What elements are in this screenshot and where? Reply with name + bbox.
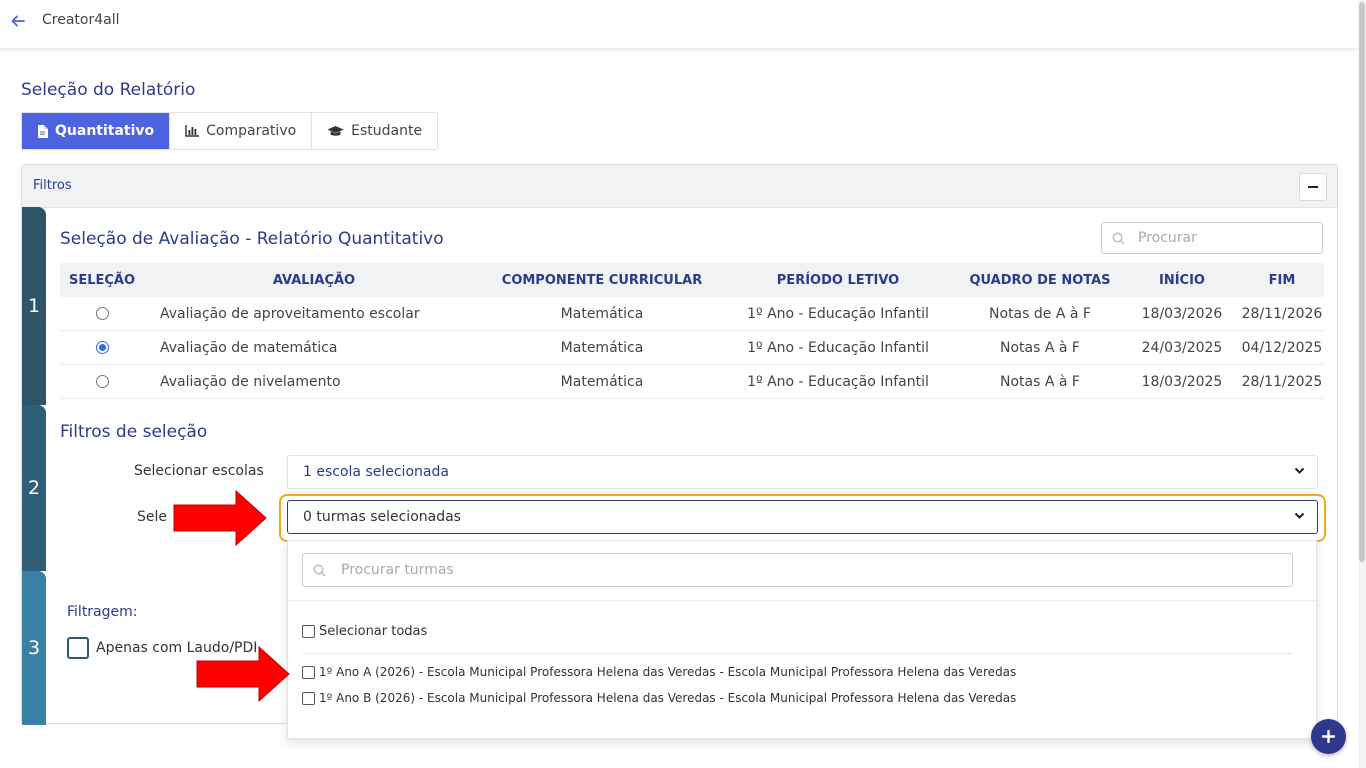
start-date: 18/03/2025 (1124, 364, 1240, 399)
scrollbar-thumb[interactable] (1359, 2, 1365, 562)
table-row[interactable]: Avaliação de nivelamento Matemática 1º A… (60, 364, 1324, 399)
column-header: FIM (1240, 263, 1324, 297)
page-scrollbar[interactable] (1358, 0, 1366, 768)
add-fab-button[interactable] (1311, 719, 1346, 754)
school-period: 1º Ano - Educação Infantil (720, 330, 956, 365)
selection-radio[interactable] (95, 375, 109, 388)
report-type-tabs: Quantitativo Comparativo Estudante (21, 112, 439, 150)
column-header: AVALIAÇÃO (144, 263, 484, 297)
plus-icon (1322, 730, 1335, 743)
chevron-down-icon (1294, 467, 1305, 474)
class-option-label: 1º Ano B (2026) - Escola Municipal Profe… (319, 691, 1017, 705)
graduation-cap-icon (327, 126, 344, 136)
evaluation-name: Avaliação de aproveitamento escolar (144, 297, 484, 331)
evaluation-name: Avaliação de nivelamento (144, 364, 484, 399)
curricular-component: Matemática (484, 297, 720, 331)
document-icon (38, 124, 48, 138)
classes-select[interactable]: 0 turmas selecionadas (287, 500, 1318, 534)
curricular-component: Matemática (484, 364, 720, 399)
tab-label: Quantitativo (55, 123, 155, 139)
panel-title: Filtros (33, 178, 72, 193)
tab-comparativo[interactable]: Comparativo (170, 113, 313, 149)
filtering-title: Filtragem: (67, 604, 138, 620)
select-all-label: Selecionar todas (319, 624, 428, 639)
red-arrow-annotation (196, 645, 290, 703)
evaluation-search-input[interactable] (1136, 229, 1320, 247)
app-title: Creator4all (42, 12, 120, 28)
table-header-row: SELEÇÃO AVALIAÇÃO COMPONENTE CURRICULAR … (60, 263, 1324, 297)
table-row[interactable]: Avaliação de aproveitamento escolar Mate… (60, 297, 1324, 331)
column-header: QUADRO DE NOTAS (956, 263, 1124, 297)
tab-estudante[interactable]: Estudante (312, 113, 437, 149)
column-header: SELEÇÃO (60, 263, 144, 297)
panel-header: Filtros (22, 165, 1337, 208)
selection-radio[interactable] (95, 307, 109, 320)
schools-select[interactable]: 1 escola selecionada (287, 455, 1318, 489)
bar-chart-icon (185, 125, 200, 137)
evaluation-table: SELEÇÃO AVALIAÇÃO COMPONENTE CURRICULAR … (60, 263, 1324, 399)
divider (302, 653, 1293, 654)
divider (288, 600, 1316, 601)
column-header: COMPONENTE CURRICULAR (484, 263, 720, 297)
select-all-checkbox[interactable] (302, 625, 315, 638)
end-date: 28/11/2025 (1240, 364, 1324, 399)
class-option-label: 1º Ano A (2026) - Escola Municipal Profe… (319, 665, 1017, 679)
school-period: 1º Ano - Educação Infantil (720, 364, 956, 399)
classes-dropdown: Selecionar todas 1º Ano A (2026) - Escol… (287, 540, 1317, 739)
step-1-indicator: 1 (22, 207, 46, 405)
collapse-button[interactable] (1299, 173, 1327, 201)
step-3-indicator: 3 (22, 571, 46, 725)
schools-select-value: 1 escola selecionada (303, 464, 449, 480)
start-date: 18/03/2026 (1124, 297, 1240, 331)
classes-search[interactable] (302, 553, 1293, 587)
select-all-option[interactable]: Selecionar todas (302, 624, 427, 639)
search-icon (1112, 232, 1125, 245)
classes-select-value: 0 turmas selecionadas (303, 509, 461, 525)
tab-quantitativo[interactable]: Quantitativo (22, 113, 171, 149)
class-option-checkbox[interactable] (302, 665, 315, 679)
class-option[interactable]: 1º Ano A (2026) - Escola Municipal Profe… (302, 665, 1016, 679)
evaluation-name: Avaliação de matemática (144, 330, 484, 365)
class-option-checkbox[interactable] (302, 691, 315, 705)
selection-radio[interactable] (95, 341, 109, 354)
evaluation-search[interactable] (1101, 222, 1323, 254)
class-option[interactable]: 1º Ano B (2026) - Escola Municipal Profe… (302, 691, 1016, 705)
red-arrow-annotation (173, 489, 267, 547)
search-icon (313, 564, 326, 577)
grades-table: Notas A à F (956, 364, 1124, 399)
schools-label: Selecionar escolas (134, 463, 264, 479)
curricular-component: Matemática (484, 330, 720, 365)
school-period: 1º Ano - Educação Infantil (720, 297, 956, 331)
minus-icon (1308, 186, 1318, 188)
evaluation-section-title: Seleção de Avaliação - Relatório Quantit… (60, 229, 444, 249)
grades-table: Notas de A à F (956, 297, 1124, 331)
page-title: Seleção do Relatório (21, 80, 196, 100)
classes-search-input[interactable] (339, 561, 1243, 579)
step-2-indicator: 2 (22, 405, 46, 571)
end-date: 28/11/2026 (1240, 297, 1324, 331)
grades-table: Notas A à F (956, 330, 1124, 365)
table-row[interactable]: Avaliação de matemática Matemática 1º An… (60, 330, 1324, 365)
top-bar: Creator4all (0, 0, 1358, 48)
tab-label: Comparativo (206, 123, 297, 139)
end-date: 04/12/2025 (1240, 330, 1324, 365)
classes-label: Sele (137, 509, 168, 525)
start-date: 24/03/2025 (1124, 330, 1240, 365)
laudo-checkbox[interactable] (67, 637, 89, 659)
column-header: INÍCIO (1124, 263, 1240, 297)
chevron-down-icon (1294, 512, 1305, 519)
column-header: PERÍODO LETIVO (720, 263, 956, 297)
back-arrow-icon[interactable] (10, 13, 26, 29)
selection-filters-title: Filtros de seleção (60, 422, 208, 442)
tab-label: Estudante (351, 123, 423, 139)
